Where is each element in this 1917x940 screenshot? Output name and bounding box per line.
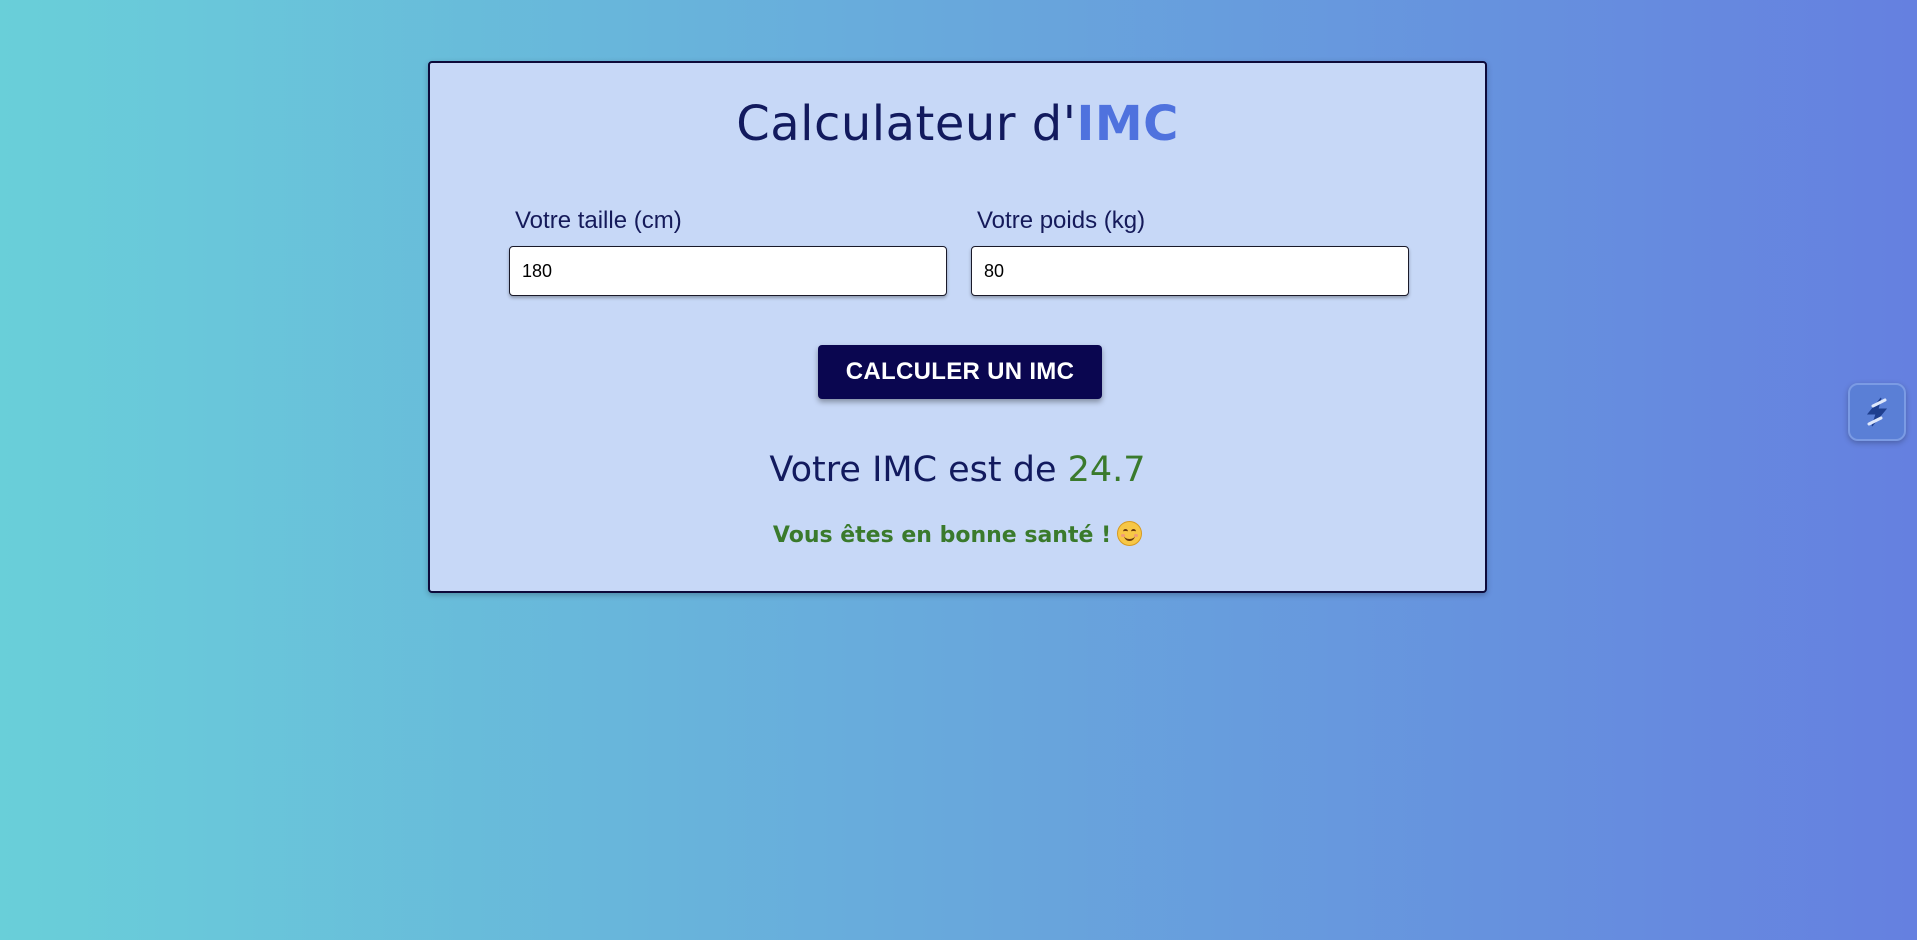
calculate-bmi-button[interactable]: CALCULER UN IMC	[818, 345, 1102, 399]
weight-label: Votre poids (kg)	[977, 207, 1146, 234]
smiling-face-icon	[1117, 521, 1143, 546]
height-label: Votre taille (cm)	[515, 207, 682, 234]
lightning-bolt-icon	[1866, 397, 1888, 427]
height-field-group: Votre taille (cm)	[509, 203, 947, 296]
health-message-text: Vous êtes en bonne santé !	[772, 523, 1112, 548]
health-message: Vous êtes en bonne santé !	[430, 519, 1485, 553]
bmi-result-prefix: Votre IMC est de	[769, 450, 1068, 490]
bmi-value: 24.7	[1067, 450, 1146, 490]
weight-field-group: Votre poids (kg)	[971, 203, 1409, 296]
bmi-result: Votre IMC est de 24.7	[430, 445, 1485, 495]
weight-input[interactable]	[971, 246, 1409, 296]
height-input[interactable]	[509, 246, 947, 296]
title-prefix: Calculateur d'	[736, 96, 1077, 152]
title-accent: IMC	[1076, 96, 1179, 152]
bmi-calculator-card: Calculateur d'IMC Votre taille (cm) Votr…	[428, 61, 1487, 593]
page-title: Calculateur d'IMC	[430, 91, 1485, 157]
extension-widget-button[interactable]	[1848, 383, 1906, 441]
